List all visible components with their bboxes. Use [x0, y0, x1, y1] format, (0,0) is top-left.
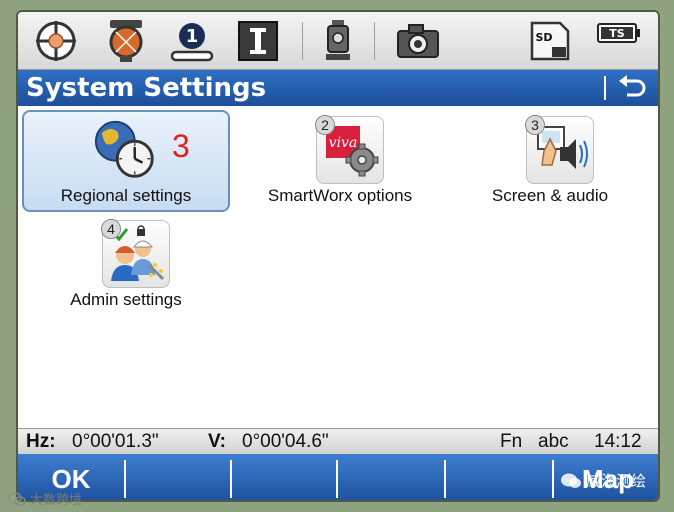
job-1-icon[interactable]: 1 — [168, 18, 216, 64]
v-value: 0°00'04.6" — [242, 431, 329, 452]
wechat-icon — [561, 473, 581, 488]
screen-audio-icon: 3 — [525, 115, 594, 184]
clock: 14:12 — [594, 431, 642, 452]
tile-number-badge: 2 — [315, 115, 335, 135]
target-icon[interactable] — [32, 18, 80, 64]
tile-smartworx-options[interactable]: viva 2 SmartWorx options — [236, 110, 444, 212]
tile-admin-settings[interactable]: 4 Admin settings — [22, 214, 230, 316]
top-bar-divider — [302, 22, 303, 60]
watermark-left-text: 大数跨境 — [30, 493, 83, 508]
hz-value: 0°00'01.3" — [72, 431, 159, 452]
softkey-f4[interactable] — [338, 454, 442, 500]
instrument-i-icon[interactable] — [234, 18, 282, 64]
tile-label: Admin settings — [70, 290, 182, 309]
tile-number-badge: 4 — [101, 219, 121, 239]
selection-shortcut-number: 3 — [172, 128, 190, 164]
settings-grid: 3 Regional settings viva 2 SmartWorx opt… — [18, 106, 658, 428]
softkey-f5[interactable] — [446, 454, 550, 500]
top-icon-bar: 1 SD TS — [18, 12, 658, 70]
back-arrow-icon — [619, 75, 646, 97]
back-button[interactable] — [614, 73, 650, 103]
fn-indicator[interactable]: Fn — [500, 431, 522, 453]
title-divider — [604, 76, 606, 100]
status-bar: Hz: 0°00'01.3" V: 0°00'04.6" Fn abc 14:1… — [18, 428, 658, 454]
job-number: 1 — [186, 26, 199, 47]
watermark-left: 大数跨境 — [8, 489, 82, 508]
tile-regional-settings[interactable]: 3 Regional settings — [22, 110, 230, 212]
page-title: System Settings — [26, 73, 267, 103]
admin-users-icon: 4 — [101, 219, 170, 288]
sd-label: SD — [535, 31, 552, 44]
globe-clock-icon — [92, 116, 160, 184]
softkey-f3[interactable] — [232, 454, 336, 500]
total-station-icon[interactable] — [314, 18, 362, 64]
camera-icon[interactable] — [394, 18, 442, 64]
softkey-f2[interactable] — [126, 454, 230, 500]
wechat-icon — [8, 491, 26, 506]
v-label: V: — [208, 431, 226, 452]
ts-battery-icon: TS — [594, 20, 644, 46]
tile-label: Regional settings — [60, 186, 192, 205]
input-mode-indicator[interactable]: abc — [538, 431, 569, 453]
watermark-right-text: 威海测绘 — [586, 472, 647, 490]
watermark-right: 威海测绘 — [560, 470, 646, 491]
viva-logo-text: viva — [329, 135, 358, 151]
tile-screen-audio[interactable]: 3 Screen & audio — [446, 110, 654, 212]
tile-label: Screen & audio — [491, 186, 609, 205]
title-bar: System Settings — [18, 70, 658, 106]
hz-label: Hz: — [26, 431, 56, 452]
tile-number-badge: 3 — [525, 115, 545, 135]
sd-card-icon[interactable]: SD — [526, 18, 574, 64]
tile-label: SmartWorx options — [267, 186, 413, 205]
smartworx-gear-icon: viva 2 — [315, 115, 384, 184]
top-bar-divider — [374, 22, 375, 60]
ts-label: TS — [609, 27, 625, 40]
prism-icon[interactable] — [102, 18, 150, 64]
device-screen: 1 SD TS System Settings 3 Regional setti… — [16, 10, 660, 502]
